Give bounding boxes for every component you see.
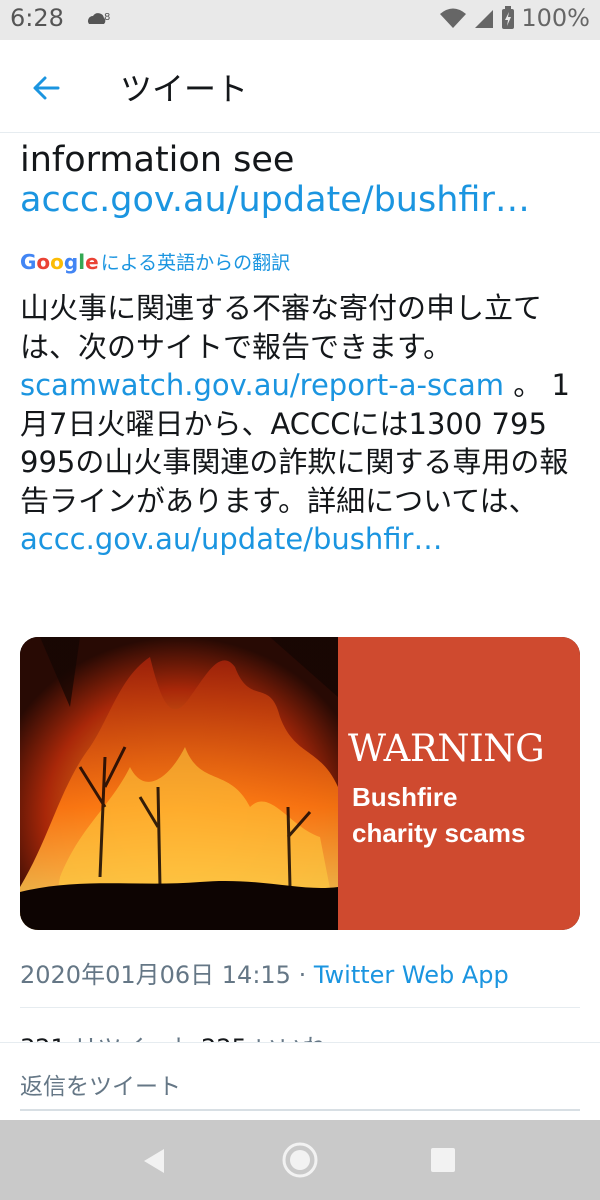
original-text-prefix: information see — [20, 140, 295, 180]
status-indicators: 100% — [439, 4, 590, 32]
bushfire-image — [20, 637, 338, 930]
nav-recents-icon[interactable] — [431, 1148, 455, 1172]
arrow-left-icon — [33, 76, 60, 100]
system-nav-bar — [0, 1120, 600, 1200]
warning-subtitle: Bushfire charity scams — [352, 779, 525, 851]
tweet-timestamp: 2020年01月06日 14:15 — [20, 961, 291, 989]
scamwatch-link[interactable]: scamwatch.gov.au/report-a-scam — [20, 368, 504, 402]
app-header: ツイート — [0, 40, 600, 133]
original-link[interactable]: accc.gov.au/update/bushfir… — [20, 180, 530, 220]
reply-input[interactable]: 返信をツイート — [20, 1067, 181, 1101]
notification-count: 8 — [104, 12, 110, 23]
tweet-media-image[interactable]: WARNING Bushfire charity scams — [20, 637, 580, 930]
battery-icon — [502, 6, 515, 29]
signal-icon — [475, 10, 494, 28]
status-time: 6:28 — [10, 4, 64, 32]
translation-label: による英語からの翻訳 — [100, 252, 291, 274]
tweet-original-text: information see accc.gov.au/update/bushf… — [20, 140, 580, 220]
battery-percent: 100% — [521, 4, 590, 32]
nav-home-icon[interactable] — [282, 1142, 318, 1178]
tweet-stats: 321 リツイート 225 いいね — [20, 1018, 580, 1042]
accc-link[interactable]: accc.gov.au/update/bushfir… — [20, 522, 442, 556]
tweet-timestamp-row: 2020年01月06日 14:15 · Twitter Web App — [20, 955, 580, 1008]
retweet-count[interactable]: 321 — [20, 1034, 66, 1042]
weather-notification-icon: 8 — [86, 10, 110, 28]
warning-panel: WARNING Bushfire charity scams — [338, 637, 580, 930]
warning-line-2: charity scams — [352, 818, 526, 848]
status-bar: 6:28 8 100% — [0, 0, 600, 40]
nav-back-icon[interactable] — [140, 1146, 170, 1176]
google-logo: Google — [20, 250, 99, 274]
tweet-translated-text: 山火事に関連する不審な寄付の申し立ては、次のサイトで報告できます。 scamwa… — [20, 289, 580, 559]
like-label[interactable]: いいね — [255, 1034, 327, 1042]
timestamp-separator: · — [290, 961, 314, 989]
like-count[interactable]: 225 — [201, 1034, 247, 1042]
retweet-label[interactable]: リツイート — [73, 1034, 193, 1042]
translation-attribution[interactable]: Google による英語からの翻訳 — [20, 248, 580, 275]
translation-part1: 山火事に関連する不審な寄付の申し立ては、次のサイトで報告できます。 — [20, 291, 543, 364]
wifi-icon — [440, 8, 467, 28]
warning-title: WARNING — [348, 727, 545, 770]
back-button[interactable] — [24, 66, 68, 110]
page-title: ツイート — [120, 70, 249, 108]
warning-line-1: Bushfire — [352, 782, 458, 812]
reply-bar: 返信をツイート — [0, 1042, 600, 1121]
tweet-source-link[interactable]: Twitter Web App — [314, 961, 509, 989]
tweet-body: information see accc.gov.au/update/bushf… — [20, 140, 580, 559]
reply-input-underline — [20, 1109, 580, 1111]
